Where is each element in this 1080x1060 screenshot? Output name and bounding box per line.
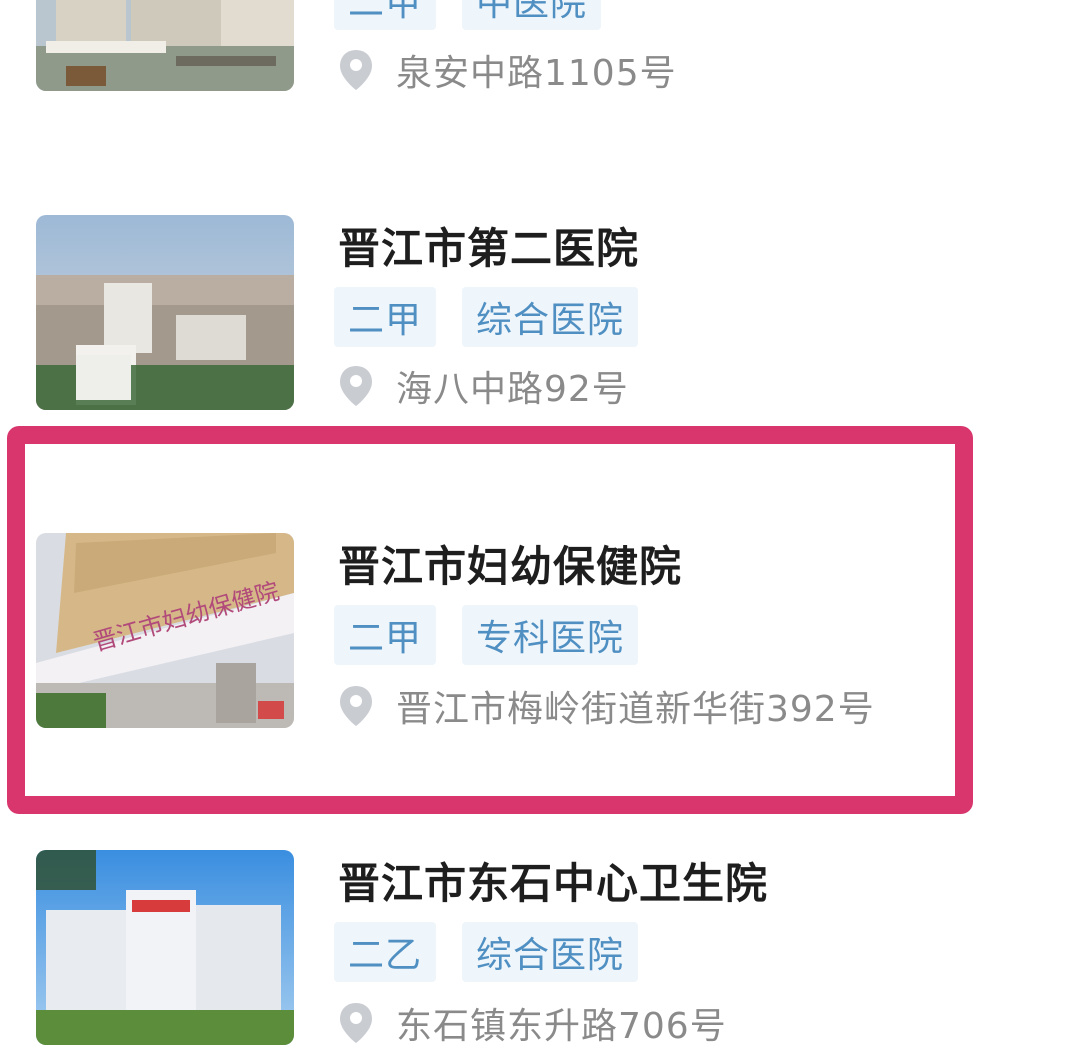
hospital-level-tag: 二甲 [334, 0, 437, 30]
hospital-card-3[interactable]: 晋江市东石中心卫生院 二乙 综合医院 东石镇东升路706号 [0, 850, 1080, 1047]
address-text: 泉安中路1105号 [396, 53, 677, 94]
hospital-type-tag: 综合医院 [462, 287, 639, 347]
hospital-type-tag: 综合医院 [462, 922, 639, 982]
map-pin-icon [340, 50, 372, 90]
hospital-card-2[interactable]: 晋江市妇幼保健院 晋江市妇幼保健院 二甲 专科医院 晋江市梅岭街道新华街392号 [0, 533, 1080, 730]
hospital-address-3: 东石镇东升路706号 [338, 997, 727, 1049]
hospital-thumbnail-3 [36, 850, 294, 1045]
hospital-thumbnail-0 [36, 0, 294, 91]
address-text: 晋江市梅岭街道新华街392号 [396, 689, 875, 730]
hospital-card-0[interactable]: 二甲 中医院 泉安中路1105号 [0, 0, 1080, 130]
hospital-level-tag: 二甲 [334, 287, 437, 347]
hospital-type-tag: 专科医院 [462, 605, 639, 665]
map-pin-icon [340, 366, 372, 406]
hospital-card-1[interactable]: 晋江市第二医院 二甲 综合医院 海八中路92号 [0, 215, 1080, 410]
hospital-tags-2: 二甲 专科医院 [334, 605, 639, 665]
map-pin-icon [340, 686, 372, 726]
hospital-list-page: 二甲 中医院 泉安中路1105号 晋江市第二医院 二甲 综合医院 海八中路92号… [0, 0, 1080, 1060]
address-text: 东石镇东升路706号 [396, 1006, 727, 1047]
hospital-thumbnail-1 [36, 215, 294, 410]
hospital-tags-0: 二甲 中医院 [334, 0, 602, 30]
hospital-type-tag: 中医院 [462, 0, 602, 30]
hospital-thumbnail-2: 晋江市妇幼保健院 [36, 533, 294, 728]
hospital-address-1: 海八中路92号 [338, 360, 629, 412]
address-text: 海八中路92号 [396, 369, 629, 410]
hospital-name: 晋江市妇幼保健院 [338, 542, 683, 591]
hospital-name: 晋江市第二医院 [338, 224, 640, 273]
hospital-address-2: 晋江市梅岭街道新华街392号 [338, 680, 875, 732]
hospital-tags-3: 二乙 综合医院 [334, 922, 639, 982]
hospital-level-tag: 二甲 [334, 605, 437, 665]
hospital-name: 晋江市东石中心卫生院 [338, 859, 769, 908]
hospital-address-0: 泉安中路1105号 [338, 44, 677, 96]
hospital-tags-1: 二甲 综合医院 [334, 287, 639, 347]
map-pin-icon [340, 1003, 372, 1043]
hospital-level-tag: 二乙 [334, 922, 437, 982]
